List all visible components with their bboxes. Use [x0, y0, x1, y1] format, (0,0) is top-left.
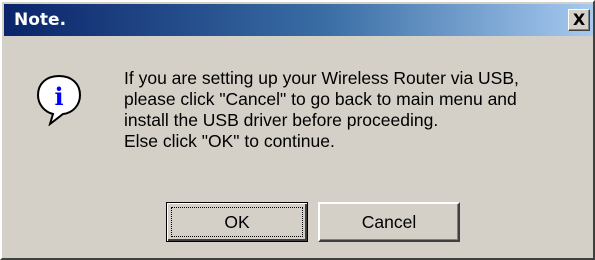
message-line: Else click "OK" to continue. — [124, 131, 335, 151]
message-line: If you are setting up your Wireless Rout… — [124, 68, 519, 88]
ok-button[interactable]: OK — [166, 202, 308, 242]
title-bar[interactable]: Note. X — [4, 4, 593, 36]
information-icon: i — [36, 74, 82, 127]
message-line: install the USB driver before proceeding… — [124, 110, 439, 130]
information-glyph: i — [54, 82, 63, 111]
cancel-button-label: Cancel — [361, 212, 417, 232]
window-title: Note. — [14, 10, 67, 30]
cancel-button[interactable]: Cancel — [318, 202, 460, 242]
note-dialog: Note. X i If you are setting up your Wir… — [0, 0, 595, 260]
message-text: If you are setting up your Wireless Rout… — [124, 68, 590, 152]
ok-button-label: OK — [224, 212, 250, 232]
message-line: please click "Cancel" to go back to main… — [124, 89, 517, 109]
close-button[interactable]: X — [568, 9, 590, 31]
close-icon: X — [572, 10, 586, 29]
